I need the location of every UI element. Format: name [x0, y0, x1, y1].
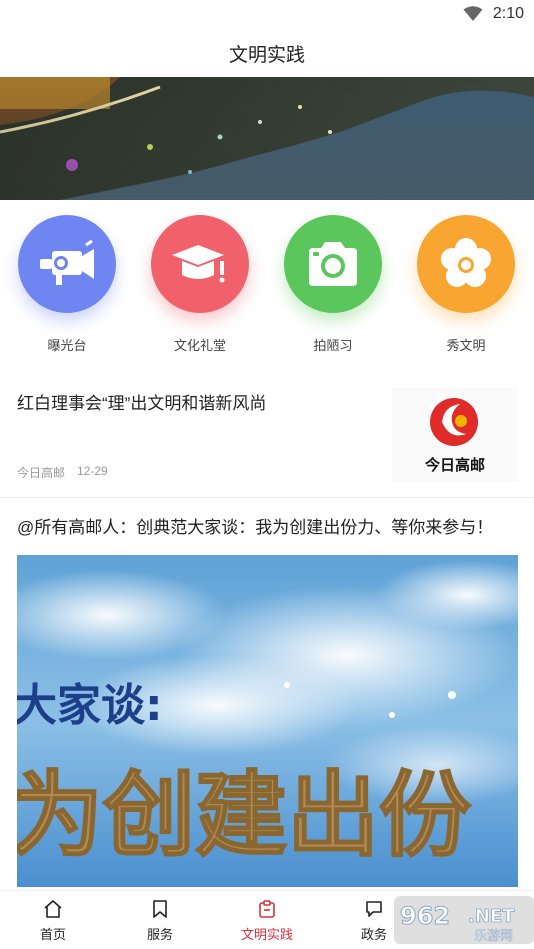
article-date: 12-29	[77, 464, 108, 478]
status-bar: 2:10	[0, 0, 534, 30]
entry-label: 拍陋习	[313, 338, 353, 353]
video-camera-icon	[18, 215, 116, 313]
article-meta: 今日高邮 12-29	[17, 464, 108, 481]
tab-civilization-practice[interactable]: 文明实践	[227, 899, 307, 943]
cover-text-line2: 为创建出份	[17, 761, 471, 869]
article-item[interactable]: @所有高邮人：创典范大家谈：我为创建出份力、等你来参与！ 大家谈: 为创建出份	[0, 498, 534, 890]
entry-culture-hall[interactable]: 文化礼堂	[145, 215, 255, 354]
tab-label: 首页	[39, 927, 66, 942]
cover-text-line1: 大家谈:	[17, 680, 163, 731]
tab-label: 文明实践	[240, 927, 293, 942]
bookmark-icon	[153, 900, 167, 918]
watermark-text-suffix: .NET	[468, 906, 515, 927]
article-thumbnail: 今日高邮	[392, 388, 518, 482]
article-source: 今日高邮	[17, 466, 66, 480]
status-time: 2:10	[492, 5, 524, 22]
title-bar: 文明实践	[0, 30, 534, 76]
thumbnail-caption: 今日高邮	[424, 456, 485, 474]
clipboard-icon	[259, 900, 275, 918]
watermark-text-main: 962	[400, 902, 450, 930]
entry-label: 曝光台	[47, 338, 87, 353]
jinri-gaoyou-logo-icon: 今日高邮	[424, 394, 485, 474]
entry-show-civilization[interactable]: 秀文明	[411, 215, 521, 354]
home-icon	[44, 900, 62, 918]
entry-label: 秀文明	[446, 338, 486, 353]
flower-icon	[417, 215, 515, 313]
page-title: 文明实践	[228, 44, 305, 66]
entry-snap-bad-habits[interactable]: 拍陋习	[278, 215, 388, 354]
chat-icon	[366, 901, 382, 917]
camera-icon	[284, 215, 382, 313]
quick-entry-grid: 曝光台 文化礼堂 拍陋习 秀文明	[0, 200, 534, 370]
tab-home[interactable]: 首页	[13, 899, 93, 943]
article-item[interactable]: 红白理事会“理”出文明和谐新风尚 今日高邮 12-29 今日高邮	[0, 378, 534, 498]
article-title: 红白理事会“理”出文明和谐新风尚	[17, 394, 267, 413]
entry-exposure-platform[interactable]: 曝光台	[12, 215, 122, 354]
site-watermark: 962 .NET 乐游网	[394, 896, 534, 944]
banner-image[interactable]	[0, 77, 534, 200]
entry-label: 文化礼堂	[173, 338, 226, 353]
wifi-icon	[463, 6, 483, 21]
watermark-text-cn: 乐游网	[474, 929, 513, 944]
graduation-cap-icon	[151, 215, 249, 313]
tab-services[interactable]: 服务	[120, 899, 200, 943]
tab-label: 服务	[146, 927, 173, 942]
tab-label: 政务	[360, 927, 387, 942]
article-title: @所有高邮人：创典范大家谈：我为创建出份力、等你来参与！	[17, 518, 494, 537]
article-cover-image: 大家谈: 为创建出份	[17, 555, 518, 887]
